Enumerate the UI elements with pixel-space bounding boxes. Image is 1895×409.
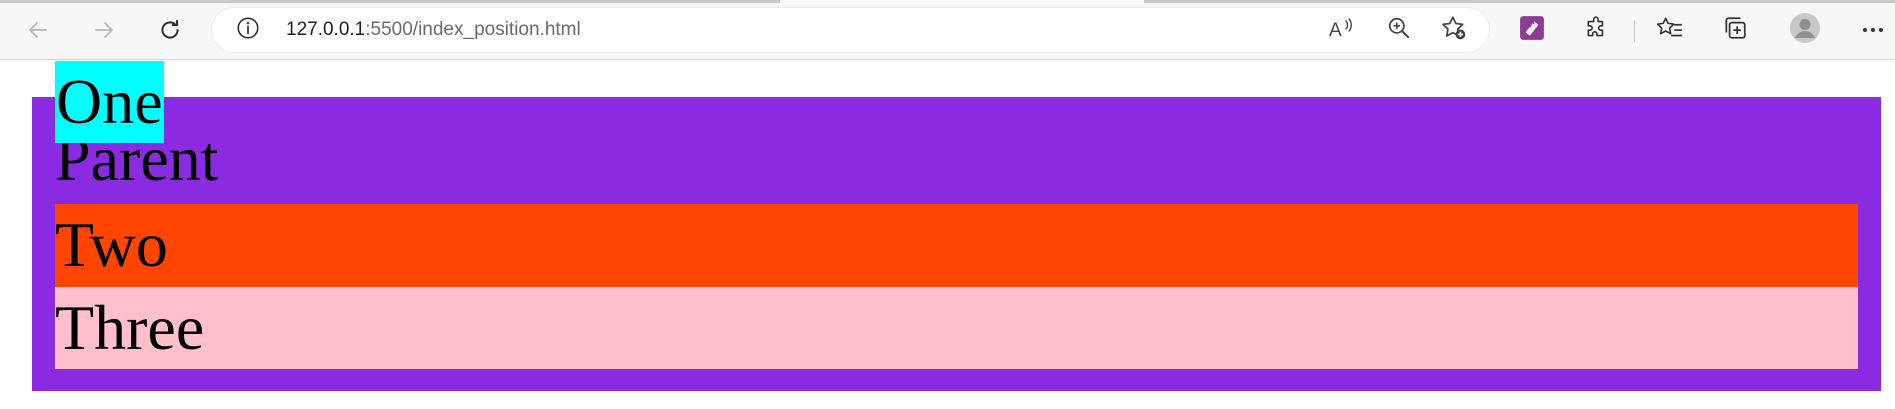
more-menu-button[interactable]: [1856, 13, 1890, 47]
read-aloud-button[interactable]: A: [1328, 16, 1356, 44]
collections-icon: [1722, 15, 1748, 46]
tab-strip-edge: [0, 0, 1895, 3]
puzzle-piece-icon: [1584, 15, 1610, 46]
box-one: One: [55, 61, 164, 143]
url-path: :5500/index_position.html: [365, 19, 581, 40]
add-favorite-icon: [1440, 14, 1468, 47]
box-three: Three: [55, 287, 1858, 369]
browser-toolbar: 127.0.0.1:5500/index_position.html A: [0, 0, 1895, 60]
extension-app-button[interactable]: [1515, 13, 1549, 47]
extensions-button[interactable]: [1580, 13, 1614, 47]
info-icon: [235, 15, 261, 46]
svg-text:A: A: [1329, 20, 1342, 41]
box-two-label: Two: [55, 209, 168, 280]
refresh-icon: [157, 17, 183, 43]
box-two: Two: [55, 204, 1858, 287]
back-arrow-icon: [26, 18, 50, 42]
parent-box: Parent Two Three: [32, 97, 1881, 391]
forward-button[interactable]: [86, 12, 122, 48]
zoom-button[interactable]: [1385, 16, 1413, 44]
collections-button[interactable]: [1718, 13, 1752, 47]
forward-arrow-icon: [92, 18, 116, 42]
favorites-icon: [1656, 15, 1684, 46]
favorites-button[interactable]: [1653, 13, 1687, 47]
refresh-button[interactable]: [152, 12, 188, 48]
toolbar-divider: [1634, 20, 1635, 42]
address-bar[interactable]: 127.0.0.1:5500/index_position.html A: [212, 8, 1489, 52]
add-favorite-button[interactable]: [1440, 14, 1468, 47]
profile-button[interactable]: [1788, 12, 1822, 49]
zoom-in-icon: [1386, 15, 1412, 46]
read-aloud-icon: A: [1328, 15, 1356, 46]
more-menu-icon: [1861, 21, 1885, 39]
url-text[interactable]: 127.0.0.1:5500/index_position.html: [286, 19, 581, 41]
site-info-button[interactable]: [234, 16, 262, 44]
profile-avatar-icon: [1789, 12, 1821, 49]
box-three-label: Three: [55, 292, 205, 363]
extension-app-icon: [1519, 15, 1545, 46]
url-host: 127.0.0.1: [286, 19, 366, 40]
back-button[interactable]: [20, 12, 56, 48]
page-content: Parent Two Three One: [0, 61, 1895, 409]
